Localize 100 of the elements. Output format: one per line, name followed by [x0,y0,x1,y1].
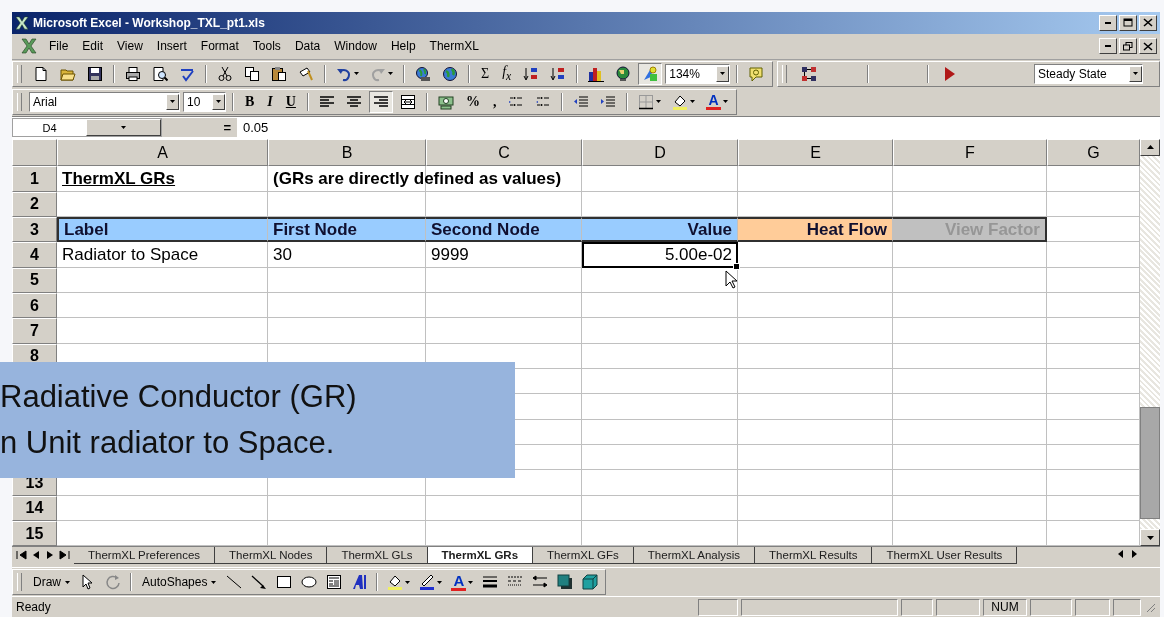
oval-icon[interactable] [301,574,318,591]
percent-button[interactable]: % [460,93,485,110]
table-cell[interactable]: 9999 [426,242,582,268]
grid-icon[interactable] [801,65,817,82]
row-header[interactable]: 5 [12,267,57,294]
caret-icon[interactable] [437,580,443,584]
align-right-icon[interactable] [372,93,389,110]
sheet-tab[interactable]: ThermXL Nodes [215,547,328,565]
print-icon[interactable] [125,65,141,82]
equals-button[interactable]: = [162,118,237,138]
web-globe-icon[interactable] [442,65,458,82]
table-cell[interactable]: ThermXL GRs [57,166,268,192]
new-document-icon[interactable] [33,65,49,82]
sort-ascending-icon[interactable] [523,65,540,82]
line-style-icon[interactable] [482,574,499,591]
align-left-icon[interactable] [318,93,335,110]
minimize-button[interactable] [1099,14,1117,31]
rectangle-icon[interactable] [276,574,293,591]
draw-menu-button[interactable]: Draw [29,575,74,590]
caret-icon[interactable] [1133,72,1138,76]
caret-icon[interactable] [65,580,70,584]
column-header[interactable]: G [1047,138,1140,167]
menu-item[interactable]: ThermXL [426,38,482,55]
increase-indent-icon[interactable] [600,93,617,110]
caret-icon[interactable] [690,100,696,104]
caret-icon[interactable] [720,72,726,76]
row-header[interactable]: 7 [12,318,57,344]
column-header[interactable]: A [57,138,268,167]
format-painter-icon[interactable] [298,65,314,82]
resize-grip-icon[interactable] [1144,601,1156,614]
sort-descending-icon[interactable] [550,65,567,82]
borders-icon[interactable] [638,93,655,110]
font-size-dropdown[interactable]: 10 [183,91,226,112]
column-heading-cell[interactable]: Second Node [426,217,582,243]
menu-item[interactable]: File [46,38,72,55]
caret-icon[interactable] [170,100,175,104]
caret-icon[interactable] [354,72,359,76]
save-icon[interactable] [87,65,103,82]
text-box-icon[interactable] [326,574,343,591]
close-button[interactable] [1139,38,1157,55]
font-color-button[interactable]: A [706,93,721,111]
fill-color-icon[interactable] [387,574,404,591]
scroll-down-button[interactable] [1140,529,1160,547]
row-header[interactable]: 15 [12,521,57,547]
decrease-indent-icon[interactable] [573,93,590,110]
column-header[interactable]: B [268,138,426,167]
help-icon[interactable] [748,65,765,82]
minimize-button[interactable] [1099,38,1117,55]
shadow-icon[interactable] [557,574,574,591]
column-heading-cell[interactable]: Label [57,217,268,243]
arrow-icon[interactable] [251,574,268,591]
font-dropdown[interactable]: Arial [29,91,180,112]
caret-icon[interactable] [656,100,662,104]
column-header[interactable]: C [426,138,582,167]
menu-item[interactable]: Format [197,38,242,55]
sheet-tab[interactable]: ThermXL GFs [533,547,634,565]
caret-icon[interactable] [468,580,474,584]
table-cell[interactable]: 5.00e-02 [582,242,738,268]
zoom-dropdown[interactable]: 134% [665,63,731,84]
drawing-icon[interactable] [642,65,659,82]
restore-button[interactable] [1119,38,1137,55]
maximize-button[interactable] [1119,14,1137,31]
column-header[interactable]: E [738,138,893,167]
copy-icon[interactable] [244,65,260,82]
wordart-icon[interactable] [351,574,368,591]
scroll-thumb[interactable] [1140,407,1160,520]
caret-icon[interactable] [121,126,126,130]
italic-button[interactable]: I [262,93,278,110]
chart-icon[interactable] [588,65,605,82]
map-icon[interactable] [615,65,632,82]
print-preview-icon[interactable] [152,65,168,82]
3d-icon[interactable] [582,574,599,591]
workbook-icon[interactable] [20,38,38,55]
fill-color-icon[interactable] [672,93,689,110]
row-header[interactable]: 3 [12,217,57,243]
caret-icon[interactable] [722,100,728,104]
paste-icon[interactable] [271,65,287,82]
sheet-tab[interactable]: ThermXL Analysis [633,547,756,565]
row-header[interactable]: 1 [12,166,57,192]
comma-button[interactable]: , [487,93,502,110]
caret-icon[interactable] [216,100,221,104]
currency-icon[interactable] [437,93,454,110]
select-all-button[interactable] [12,138,57,167]
underline-button[interactable]: U [280,93,301,110]
sheet-tab[interactable]: ThermXL Preferences [74,547,216,565]
center-icon[interactable] [345,93,362,110]
arrow-style-icon[interactable] [532,574,549,591]
merge-center-icon[interactable] [399,93,416,110]
column-header[interactable]: F [893,138,1047,167]
menu-item[interactable]: Edit [79,38,107,55]
function-button[interactable]: f$_{x}$ [497,64,517,84]
cut-icon[interactable] [217,65,233,82]
line-color-icon[interactable] [419,574,436,591]
row-header[interactable]: 4 [12,242,57,268]
table-cell[interactable]: Radiator to Space [57,242,268,268]
column-heading-cell[interactable]: First Node [268,217,426,243]
column-header[interactable]: D [582,138,738,167]
caret-icon[interactable] [405,580,411,584]
menu-item[interactable]: Data [291,38,324,55]
line-icon[interactable] [226,574,243,591]
